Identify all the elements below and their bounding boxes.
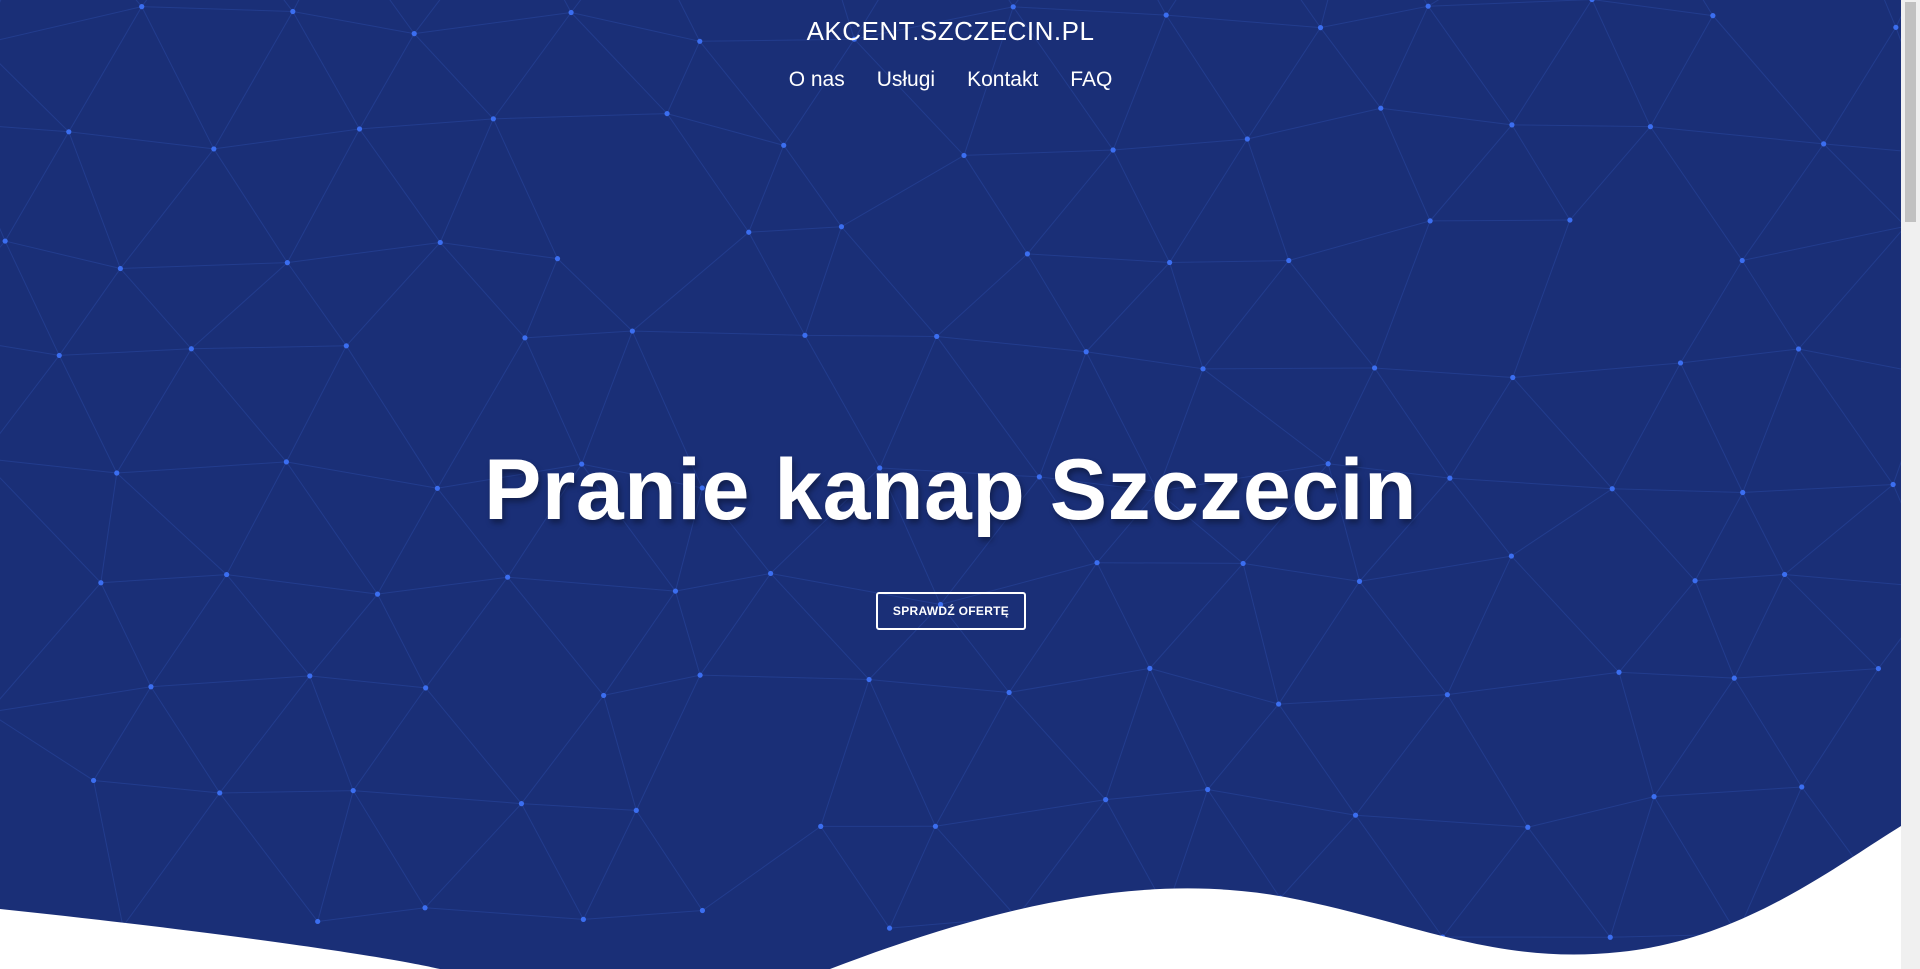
check-offer-button[interactable]: SPRAWDŹ OFERTĘ xyxy=(876,592,1026,630)
nav-item-kontakt[interactable]: Kontakt xyxy=(951,66,1054,94)
page-viewport: AKCENT.SZCZECIN.PL O nas Usługi Kontakt … xyxy=(0,0,1901,969)
hero-headline: Pranie kanap Szczecin xyxy=(483,442,1418,538)
site-title[interactable]: AKCENT.SZCZECIN.PL xyxy=(0,14,1901,48)
page-scrollbar[interactable] xyxy=(1901,0,1920,969)
nav-item-faq[interactable]: FAQ xyxy=(1054,66,1128,94)
nav-item-o-nas[interactable]: O nas xyxy=(773,66,861,94)
main-nav: O nas Usługi Kontakt FAQ xyxy=(0,66,1901,94)
scrollbar-thumb[interactable] xyxy=(1905,2,1916,222)
hero-section: AKCENT.SZCZECIN.PL O nas Usługi Kontakt … xyxy=(0,0,1901,969)
nav-item-uslugi[interactable]: Usługi xyxy=(861,66,951,94)
